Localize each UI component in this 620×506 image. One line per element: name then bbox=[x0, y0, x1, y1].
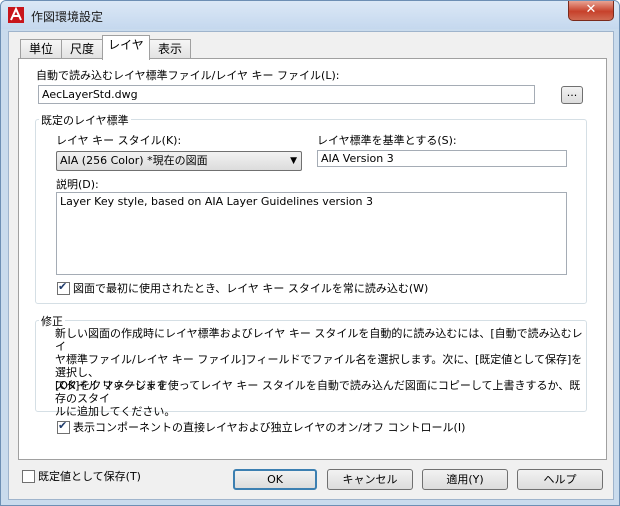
autocad-app-icon bbox=[8, 7, 24, 23]
layer-tab-panel: 自動で読み込むレイヤ標準ファイル/レイヤ キー ファイル(L): AecLaye… bbox=[18, 58, 607, 460]
default-layer-standard-title: 既定のレイヤ標準 bbox=[39, 112, 131, 128]
always-import-label: 図面で最初に使用されたとき、レイヤ キー スタイルを常に読み込む(W) bbox=[73, 282, 429, 295]
modify-paragraph-2-line-1: スタイル マネージャを使ってレイヤ キー スタイルを自動で読み込んだ図面にコピー… bbox=[55, 379, 581, 405]
browse-button[interactable]: ... bbox=[561, 86, 583, 104]
window-title: 作図環境設定 bbox=[31, 10, 104, 24]
chevron-down-icon: ▼ bbox=[290, 156, 297, 166]
key-style-label: レイヤ キー スタイル(K): bbox=[56, 134, 182, 147]
close-button[interactable]: ✕ bbox=[568, 1, 614, 21]
modify-paragraph-2: スタイル マネージャを使ってレイヤ キー スタイルを自動で読み込んだ図面にコピー… bbox=[55, 379, 585, 418]
tab-display[interactable]: 表示 bbox=[149, 39, 191, 59]
based-on-label: レイヤ標準を基準とする(S): bbox=[317, 134, 457, 147]
dialog-client-area: 単位 尺度 レイヤ 表示 自動で読み込むレイヤ標準ファイル/レイヤ キー ファイ… bbox=[8, 31, 614, 500]
tab-units[interactable]: 単位 bbox=[20, 39, 62, 59]
key-style-value: AIA (256 Color) *現在の図面 bbox=[60, 154, 208, 167]
title-bar[interactable]: 作図環境設定 ✕ bbox=[1, 1, 619, 29]
tab-scale[interactable]: 尺度 bbox=[61, 39, 103, 59]
ok-button[interactable]: OK bbox=[233, 469, 317, 490]
modify-paragraph-1-line-1: 新しい図面の作成時にレイヤ標準およびレイヤ キー スタイルを自動的に読み込むには… bbox=[55, 327, 583, 353]
modify-paragraph-2-line-2: ルに追加してください。 bbox=[55, 405, 176, 418]
save-as-default-checkbox[interactable] bbox=[22, 470, 35, 483]
description-textarea[interactable]: Layer Key style, based on AIA Layer Guid… bbox=[56, 192, 567, 275]
help-button[interactable]: ヘルプ bbox=[517, 469, 603, 490]
key-style-dropdown[interactable]: AIA (256 Color) *現在の図面 ▼ bbox=[56, 151, 302, 171]
cancel-button[interactable]: キャンセル bbox=[327, 469, 413, 490]
tab-layer[interactable]: レイヤ bbox=[102, 35, 150, 60]
description-label: 説明(D): bbox=[56, 178, 99, 191]
modify-paragraph-1-line-2: ヤ標準ファイル/レイヤ キー ファイル]フィールドでファイル名を選択します。次に… bbox=[55, 353, 583, 379]
based-on-field[interactable]: AIA Version 3 bbox=[317, 150, 567, 167]
direct-layer-control-label: 表示コンポーネントの直接レイヤおよび独立レイヤのオン/オフ コントロール(I) bbox=[73, 421, 466, 434]
direct-layer-control-checkbox[interactable] bbox=[57, 419, 70, 434]
options-dialog: 作図環境設定 ✕ 単位 尺度 レイヤ 表示 自動で読み込むレイヤ標準ファイル/レ… bbox=[0, 0, 620, 506]
apply-button[interactable]: 適用(Y) bbox=[422, 469, 508, 490]
always-import-checkbox[interactable] bbox=[57, 280, 70, 295]
autoload-file-input[interactable]: AecLayerStd.dwg bbox=[38, 85, 535, 104]
save-as-default-label: 既定値として保存(T) bbox=[38, 470, 141, 483]
autoload-file-label: 自動で読み込むレイヤ標準ファイル/レイヤ キー ファイル(L): bbox=[36, 69, 340, 82]
close-icon: ✕ bbox=[585, 2, 597, 17]
